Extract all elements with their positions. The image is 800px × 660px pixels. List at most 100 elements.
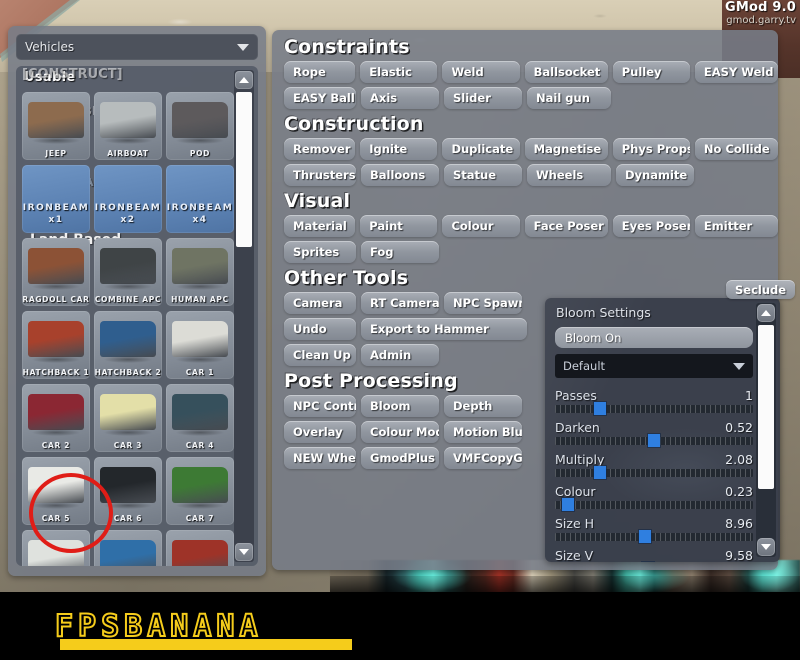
spawn-item-ragdoll-car[interactable]: RAGDOLL CAR [22,238,90,306]
seclude-button[interactable]: Seclude [726,280,796,299]
tool-button-gmodplus[interactable]: GmodPlus [361,447,439,469]
bloom-slider-knob[interactable] [648,434,660,447]
bloom-slider-knob[interactable] [594,466,607,479]
bloom-slider-track[interactable] [555,501,753,509]
tool-button-paint[interactable]: Paint [360,215,438,237]
spawn-item-car-6[interactable]: CAR 6 [94,457,162,525]
tool-button-rt-camera[interactable]: RT Camera [361,292,439,314]
spawn-item-label: CAR 6 [113,514,143,523]
tool-button-depth[interactable]: Depth [444,395,522,417]
tool-button-fog[interactable]: Fog [361,241,439,263]
spawn-item-label: POD [189,149,211,158]
spawn-item-airboat[interactable]: AIRBOAT [94,92,162,160]
spawn-item-car-2[interactable]: CAR 2 [22,384,90,452]
tool-button-wheels[interactable]: Wheels [527,164,611,186]
bloom-slider-knob[interactable] [562,498,575,511]
bloom-slider-knob[interactable] [638,530,651,543]
tool-button-easy-ball[interactable]: EASY Ball [284,87,356,109]
bloom-on-toggle[interactable]: Bloom On [555,327,753,348]
tool-button-bloom[interactable]: Bloom [361,395,439,417]
tool-button-axis[interactable]: Axis [361,87,439,109]
tool-button-colour[interactable]: Colour [442,215,520,237]
tool-button-colour-mod[interactable]: Colour Mod [361,421,439,443]
tool-button-eyes-poser[interactable]: Eyes Poser [612,215,690,237]
tool-button-vmfcopygun[interactable]: VMFCopyGun [444,447,522,469]
game-screen: GMod 9.0 gmod.garry.tv Vehicles Usable [… [0,0,800,660]
vehicle-shadow [32,502,80,509]
vehicle-model-preview [172,467,228,503]
tool-button-npc-control[interactable]: NPC Control [284,395,356,417]
spawn-item-truck-cab[interactable]: TRUCK CAB [166,530,234,566]
tool-button-sprites[interactable]: Sprites [284,241,356,263]
spawn-item-ironbeam-x1[interactable]: IRONBEAM x1 [22,165,90,233]
spawn-item-label: IRONBEAM [94,203,162,213]
tool-button-duplicate[interactable]: Duplicate [442,138,520,160]
spawn-item-car-8[interactable]: CAR 8 [22,530,90,566]
tool-button-phys-props[interactable]: Phys Props [612,138,690,160]
tool-button-motion-blur[interactable]: Motion Blur [444,421,522,443]
tool-button-undo[interactable]: Undo [284,318,356,340]
scroll-down-button[interactable] [757,538,775,556]
scrollbar-thumb[interactable] [236,92,252,247]
tool-button-face-poser[interactable]: Face Poser [524,215,608,237]
tool-button-rope[interactable]: Rope [284,61,356,83]
tool-button-clean-up[interactable]: Clean Up [284,344,356,366]
spawn-item-ironbeam-x2[interactable]: IRONBEAM x2 [94,165,162,233]
bloom-slider-knob[interactable] [594,402,607,415]
spawn-item-hatchback-1[interactable]: HATCHBACK 1 [22,311,90,379]
tool-button-no-collide[interactable]: No Collide [694,138,779,160]
tool-button-emitter[interactable]: Emitter [694,215,779,237]
bloom-slider-track[interactable] [555,469,753,477]
scroll-up-button[interactable] [757,304,775,322]
spawn-item-ironbeam-x4[interactable]: IRONBEAM x4 [166,165,234,233]
spawn-item-car-1[interactable]: CAR 1 [166,311,234,379]
tool-button-thrusters[interactable]: Thrusters [284,164,356,186]
spawn-list-scrollbar[interactable] [234,70,254,562]
scroll-down-button[interactable] [235,543,253,561]
scroll-up-button[interactable] [235,71,253,89]
tool-button-easy-weld[interactable]: EASY Weld [694,61,779,83]
tool-button-weld[interactable]: Weld [442,61,520,83]
tool-button-balloons[interactable]: Balloons [361,164,439,186]
spawn-item-car-4[interactable]: CAR 4 [166,384,234,452]
category-dropdown[interactable]: Vehicles [16,34,258,60]
tool-button-slider[interactable]: Slider [444,87,522,109]
bloom-panel-scrollbar[interactable] [756,303,776,557]
spawn-item-car-5[interactable]: CAR 5 [22,457,90,525]
tool-button-ignite[interactable]: Ignite [360,138,438,160]
tool-button-material[interactable]: Material [284,215,356,237]
tool-section-title-visual: Visual [284,190,351,212]
tool-button-dynamite[interactable]: Dynamite [616,164,694,186]
scrollbar-thumb[interactable] [758,325,774,489]
bloom-slider-track[interactable] [555,405,753,413]
tool-button-pulley[interactable]: Pulley [612,61,690,83]
spawn-menu-panel: Vehicles Usable [CONSTRUCT] -=IRON BEAMS… [8,26,266,576]
spawn-item-jeep[interactable]: JEEP [22,92,90,160]
spawn-item-truck-1[interactable]: TRUCK 1 [94,530,162,566]
tool-button-magnetise[interactable]: Magnetise [524,138,608,160]
tool-button-npc-spawn[interactable]: NPC Spawn [444,292,522,314]
tool-button-nail-gun[interactable]: Nail gun [527,87,611,109]
tool-button-camera[interactable]: Camera [284,292,356,314]
tool-button-new-wheels[interactable]: NEW Wheels [284,447,356,469]
tool-button-overlay[interactable]: Overlay [284,421,356,443]
spawn-item-car-3[interactable]: CAR 3 [94,384,162,452]
tool-button-elastic[interactable]: Elastic [360,61,438,83]
chevron-down-icon [237,43,249,51]
tool-button-ballsocket[interactable]: Ballsocket [524,61,608,83]
spawn-item-human-apc[interactable]: HUMAN APC [166,238,234,306]
spawn-item-combine-apc[interactable]: COMBINE APC [94,238,162,306]
tool-button-export-to-hammer[interactable]: Export to Hammer [361,318,527,340]
bloom-slider-track[interactable] [555,533,753,541]
spawn-item-pod[interactable]: POD [166,92,234,160]
vehicle-model-preview [100,321,156,357]
vehicle-shadow [32,356,80,363]
tool-button-admin[interactable]: Admin [361,344,439,366]
bloom-preset-dropdown[interactable]: Default [555,354,753,378]
spawn-item-car-7[interactable]: CAR 7 [166,457,234,525]
spawn-item-hatchback-2[interactable]: HATCHBACK 2 [94,311,162,379]
tool-button-remover[interactable]: Remover [284,138,356,160]
tool-button-statue[interactable]: Statue [444,164,522,186]
spawn-item-list[interactable]: Usable [CONSTRUCT] -=IRON BEAMS=- IRONBE… [16,66,258,566]
spawn-item-thumbnail: POD [166,92,234,160]
